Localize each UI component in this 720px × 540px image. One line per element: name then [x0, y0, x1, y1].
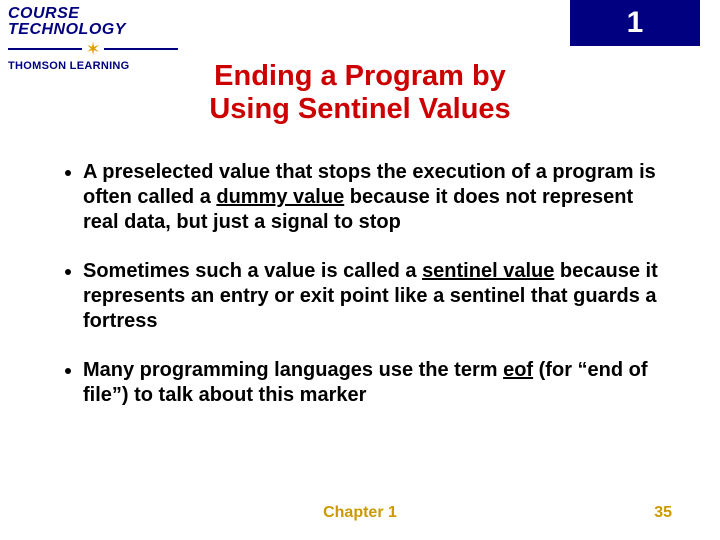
bullet-list: A preselected value that stops the execu…	[55, 160, 665, 432]
bullet-eof: Many programming languages use the term …	[83, 358, 665, 408]
footer-page-number: 35	[654, 504, 672, 522]
b3-text-a: Many programming languages use the term	[83, 359, 503, 381]
logo-divider-right	[104, 48, 178, 50]
logo-star-row: ✶	[8, 40, 178, 58]
footer-chapter: Chapter 1	[0, 504, 720, 522]
logo-line-technology: TECHNOLOGY	[8, 22, 178, 38]
b2-text-a: Sometimes such a value is called a	[83, 260, 422, 282]
title-line2: Using Sentinel Values	[209, 93, 510, 125]
logo-divider-left	[8, 48, 82, 50]
bullet-sentinel-value: Sometimes such a value is called a senti…	[83, 259, 665, 334]
b2-underline: sentinel value	[422, 260, 554, 282]
b3-underline: eof	[503, 359, 533, 381]
slide-title: Ending a Program by Using Sentinel Value…	[0, 60, 720, 127]
star-icon: ✶	[85, 40, 100, 58]
logo-line-course: COURSE	[8, 6, 178, 22]
slide-number-badge: 1	[570, 0, 700, 46]
b1-underline: dummy value	[216, 186, 344, 208]
bullet-dummy-value: A preselected value that stops the execu…	[83, 160, 665, 235]
title-line1: Ending a Program by	[214, 60, 506, 92]
badge-number: 1	[627, 6, 644, 39]
